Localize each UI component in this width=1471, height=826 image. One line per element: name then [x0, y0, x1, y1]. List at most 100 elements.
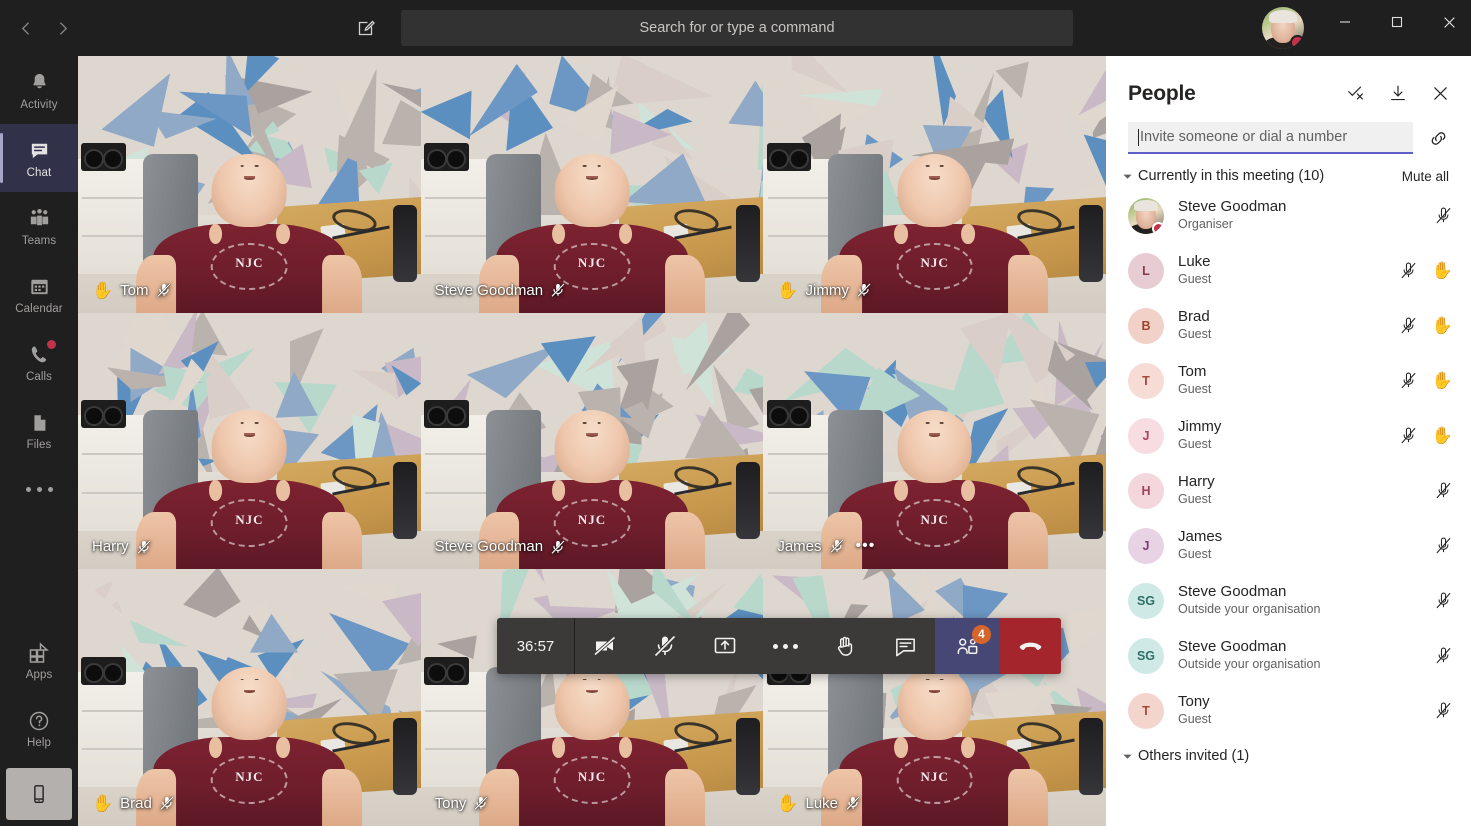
chat-button[interactable] [875, 618, 935, 674]
share-screen-button[interactable] [695, 618, 755, 674]
tile-more-options-button[interactable]: ••• [856, 537, 876, 555]
search-placeholder: Search for or type a command [639, 20, 835, 36]
participant-role: Outside your organisation [1178, 657, 1321, 672]
avatar-initials: J [1142, 538, 1150, 553]
invite-input[interactable]: Invite someone or dial a number [1128, 122, 1413, 154]
tile-mic-off-icon [156, 282, 172, 298]
participant-row[interactable]: T Tony Guest [1106, 683, 1471, 738]
participant-mic-off-icon[interactable] [1399, 316, 1418, 335]
participant-row[interactable]: H Harry Guest [1106, 463, 1471, 518]
mic-off-button[interactable] [635, 618, 695, 674]
participant-row[interactable]: SG Steve Goodman Outside your organisati… [1106, 573, 1471, 628]
forward-button[interactable] [44, 10, 80, 46]
video-feed: NJC [420, 569, 764, 826]
participant-mic-off-icon[interactable] [1434, 481, 1453, 500]
participant-row[interactable]: J Jimmy Guest ✋ [1106, 408, 1471, 463]
sidebar-item-apps[interactable]: Apps [0, 626, 78, 694]
video-tile[interactable]: NJC Tony [420, 569, 764, 826]
more-apps-button[interactable] [0, 464, 78, 514]
mobile-device-button[interactable] [6, 768, 72, 820]
wall-shape [382, 98, 421, 167]
video-tile[interactable]: NJC ✋ Jimmy [763, 56, 1106, 313]
sidebar-item-calls[interactable]: Calls [0, 328, 78, 396]
avatar: J [1128, 417, 1164, 454]
ellipsis-dot [25, 486, 31, 492]
window-close-button[interactable] [1426, 0, 1471, 44]
calendar-icon [28, 274, 51, 300]
mute-all-button[interactable]: Mute all [1402, 169, 1449, 184]
participant-actions [1434, 646, 1453, 665]
bell-icon [28, 70, 51, 96]
sidebar-item-chat[interactable]: Chat [0, 124, 78, 192]
participant-row[interactable]: J James Guest [1106, 518, 1471, 573]
hangup-button[interactable] [999, 618, 1061, 674]
camera-off-button[interactable] [575, 618, 635, 674]
chevron-down-icon[interactable] [1116, 171, 1138, 182]
video-tile[interactable]: NJC ✋ Tom [78, 56, 421, 313]
video-tile[interactable]: NJC Harry [78, 312, 421, 570]
sidebar-item-activity[interactable]: Activity [0, 56, 78, 124]
participant-actions [1434, 536, 1453, 555]
participant-row[interactable]: T Tom Guest ✋ [1106, 353, 1471, 408]
mouth [243, 689, 255, 694]
video-tile[interactable]: NJC Steve Goodman [420, 312, 764, 570]
participant-mic-off-icon[interactable] [1399, 371, 1418, 390]
participant-mic-off-icon[interactable] [1434, 536, 1453, 555]
show-participants-button[interactable]: 4 [935, 618, 999, 674]
participant-name: Tony [1178, 692, 1210, 710]
title-bar: Search for or type a command [0, 0, 1471, 56]
copy-join-link-button[interactable] [1423, 123, 1453, 153]
close-panel-button[interactable] [1427, 80, 1453, 106]
window-minimize-button[interactable] [1322, 0, 1368, 44]
mic-off-icon [156, 283, 171, 298]
participant-mic-off-icon[interactable] [1434, 206, 1453, 225]
compose-new-chat-button[interactable] [348, 10, 384, 46]
participant-info: Steve Goodman Outside your organisation [1178, 638, 1434, 674]
participant-row[interactable]: L Luke Guest ✋ [1106, 243, 1471, 298]
more-actions-button[interactable] [755, 618, 815, 674]
avatar-initials: B [1141, 318, 1151, 333]
mic-off-icon [551, 539, 565, 554]
participant-row[interactable]: Steve Goodman Organiser [1106, 188, 1471, 243]
head [897, 666, 973, 741]
cabinet [78, 158, 154, 275]
download-attendance-button[interactable] [1385, 80, 1411, 106]
participant-mic-off-icon[interactable] [1399, 261, 1418, 280]
raise-hand-button[interactable] [815, 618, 875, 674]
participant-row[interactable]: B Brad Guest ✋ [1106, 298, 1471, 353]
user-avatar[interactable] [1262, 7, 1304, 49]
minimize-icon [1340, 21, 1350, 23]
microphone [735, 204, 760, 282]
participant-mic-off-icon[interactable] [1434, 591, 1453, 610]
sidebar-item-teams[interactable]: Teams [0, 192, 78, 260]
tshirt-logo-text: NJC [235, 768, 264, 784]
participant-row[interactable]: SG Steve Goodman Outside your organisati… [1106, 628, 1471, 683]
participant-actions [1434, 701, 1453, 720]
sidebar-item-help[interactable]: Help [0, 694, 78, 762]
sidebar-item-label: Teams [21, 234, 57, 247]
participant-mic-off-icon[interactable] [1434, 646, 1453, 665]
ear-right [961, 223, 975, 245]
sidebar-item-files[interactable]: Files [0, 396, 78, 464]
back-button[interactable] [8, 10, 44, 46]
participant-mic-off-icon[interactable] [1399, 426, 1418, 445]
sidebar-item-label: Activity [20, 98, 58, 111]
wall-shape [669, 320, 721, 414]
sidebar-item-calendar[interactable]: Calendar [0, 260, 78, 328]
participant-actions: ✋ [1399, 426, 1453, 445]
video-tile[interactable]: NJC Steve Goodman [420, 56, 764, 313]
tshirt-logo-text: NJC [920, 512, 949, 528]
mark-all-read-button[interactable] [1343, 80, 1369, 106]
tile-participant-name: Steve Goodman [434, 538, 544, 556]
participant-mic-off-icon[interactable] [1434, 701, 1453, 720]
avatar-initials: H [1141, 483, 1151, 498]
video-tile[interactable]: NJC James ••• [763, 312, 1106, 570]
video-tile[interactable]: NJC ✋ Luke [763, 569, 1106, 826]
tile-mic-off-icon [550, 282, 566, 298]
video-tile[interactable]: NJC ✋ Brad [78, 569, 421, 826]
avatar: B [1128, 307, 1164, 344]
search-input[interactable]: Search for or type a command [401, 10, 1073, 46]
window-maximize-button[interactable] [1374, 0, 1420, 44]
chevron-down-icon[interactable] [1116, 751, 1138, 762]
participant-role: Guest [1178, 712, 1212, 727]
